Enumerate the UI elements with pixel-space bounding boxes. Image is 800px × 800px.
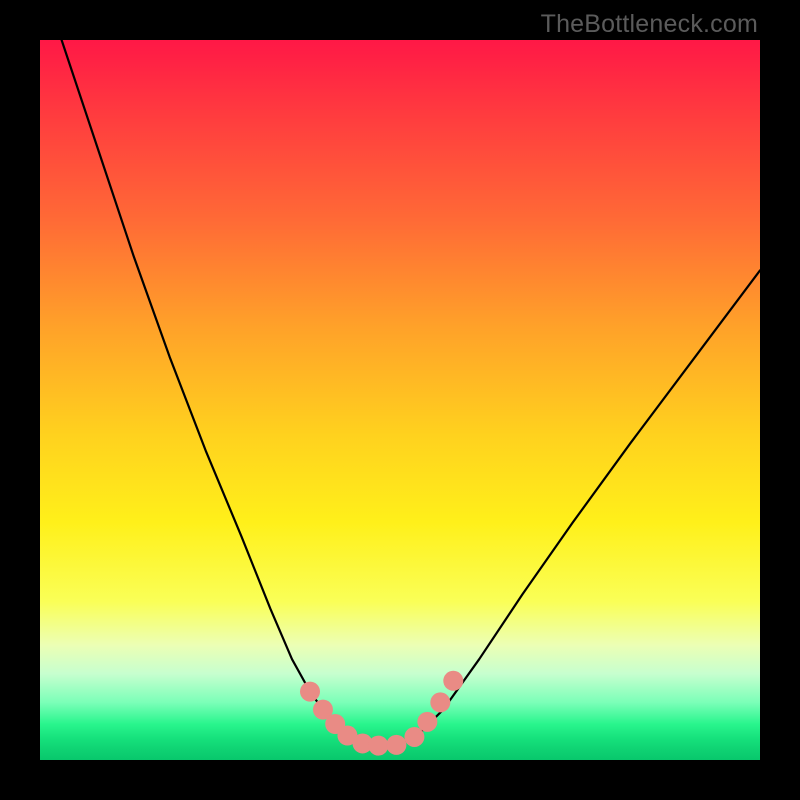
marker-dot <box>443 671 463 691</box>
bottleneck-curve-path <box>62 40 760 746</box>
marker-dot <box>430 692 450 712</box>
plot-area <box>40 40 760 760</box>
chart-frame: TheBottleneck.com <box>0 0 800 800</box>
marker-dot <box>417 712 437 732</box>
marker-dot <box>404 727 424 747</box>
marker-dot <box>300 682 320 702</box>
bottleneck-curve <box>62 40 760 746</box>
marker-dot <box>368 736 388 756</box>
marker-dot <box>386 735 406 755</box>
curve-layer <box>40 40 760 760</box>
watermark-text: TheBottleneck.com <box>541 10 758 39</box>
